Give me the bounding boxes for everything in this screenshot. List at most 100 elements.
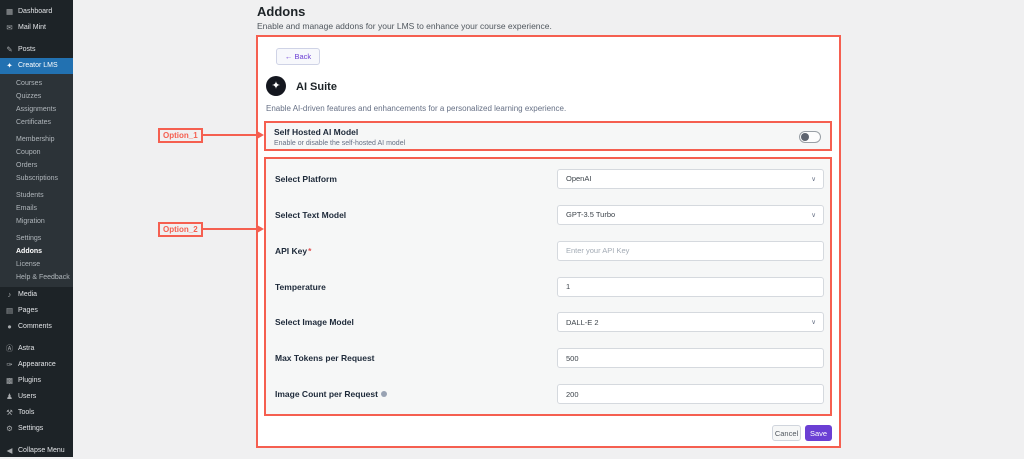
info-icon [381, 391, 387, 397]
chevron-down-icon: ∨ [811, 175, 816, 183]
sidebar-item-certificates[interactable]: Certificates [0, 116, 73, 129]
sidebar-item-label: Dashboard [18, 8, 52, 16]
admin-sidebar: ▦Dashboard✉Mail Mint✎Posts✦Creator LMSCo… [0, 0, 73, 457]
annotation-arrow-1-line [201, 134, 258, 136]
sidebar-item-migration[interactable]: Migration [0, 215, 73, 228]
field-row-select-platform: Select Platform OpenAI ∨ [266, 161, 830, 197]
self-hosted-toggle[interactable] [799, 131, 821, 143]
save-button[interactable]: Save [805, 425, 832, 441]
selected-value: OpenAI [566, 174, 591, 183]
input-value: 500 [566, 354, 579, 363]
chevron-down-icon: ∨ [811, 318, 816, 326]
sidebar-item-label: Tools [18, 409, 34, 417]
sidebar-item-posts[interactable]: ✎Posts [0, 42, 73, 58]
api-key-input[interactable]: Enter your API Key [557, 241, 824, 261]
sidebar-item-label: Settings [18, 425, 43, 433]
addon-name: AI Suite [296, 81, 337, 93]
sidebar-item-membership[interactable]: Membership [0, 133, 73, 146]
sidebar-item-settings[interactable]: ⚙ Settings [0, 421, 73, 437]
field-row-max-tokens-per-request: Max Tokens per Request 500 [266, 340, 830, 376]
chevron-down-icon: ∨ [811, 211, 816, 219]
sidebar-item-courses[interactable]: Courses [0, 77, 73, 90]
creator-lms-icon: ✦ [5, 62, 14, 70]
field-row-select-image-model: Select Image Model DALL-E 2 ∨ [266, 304, 830, 340]
sidebar-item-astra[interactable]: Ⓐ Astra [0, 341, 73, 357]
sidebar-item-tools[interactable]: ⚒ Tools [0, 405, 73, 421]
input-value: 200 [566, 390, 579, 399]
sidebar-item-plugins[interactable]: ▩Plugins [0, 373, 73, 389]
sidebar-item-addons[interactable]: Addons [0, 245, 73, 258]
select-text-model-select[interactable]: GPT-3.5 Turbo ∨ [557, 205, 824, 225]
selected-value: DALL-E 2 [566, 318, 599, 327]
tools-icon: ⚒ [5, 409, 14, 417]
field-label: Select Platform [275, 174, 337, 184]
sidebar-item-users[interactable]: ♟ Users [0, 389, 73, 405]
sidebar-item-label: Appearance [18, 361, 56, 369]
select-image-model-select[interactable]: DALL-E 2 ∨ [557, 312, 824, 332]
sidebar-item-subscriptions[interactable]: Subscriptions [0, 172, 73, 185]
toggle-knob [801, 133, 809, 141]
selected-value: GPT-3.5 Turbo [566, 210, 615, 219]
back-button[interactable]: ← Back [276, 48, 320, 65]
annotation-arrow-2-head [257, 225, 264, 233]
temperature-input[interactable]: 1 [557, 277, 824, 297]
astra-icon: Ⓐ [5, 345, 14, 353]
sidebar-item-label: Users [18, 393, 36, 401]
comments-icon: ● [5, 323, 14, 331]
sidebar-item-pages[interactable]: ▤ Pages [0, 303, 73, 319]
sidebar-item-mail-mint[interactable]: ✉ Mail Mint [0, 20, 73, 36]
sidebar-item-dashboard[interactable]: ▦ Dashboard [0, 4, 73, 20]
addon-description: Enable AI-driven features and enhancemen… [266, 104, 566, 113]
sidebar-item-orders[interactable]: Orders [0, 159, 73, 172]
field-label: Select Image Model [275, 317, 354, 327]
sidebar-item-coupon[interactable]: Coupon [0, 146, 73, 159]
max-tokens-per-request-input[interactable]: 500 [557, 348, 824, 368]
field-row-select-text-model: Select Text ModelGPT-3.5 Turbo∨ [266, 197, 830, 233]
sidebar-item-label: Mail Mint [18, 24, 46, 32]
field-row-api-key: API Key* Enter your API Key [266, 233, 830, 269]
sidebar-item-media[interactable]: ♪Media [0, 287, 73, 303]
sidebar-item-creator-lms[interactable]: ✦Creator LMS [0, 58, 73, 74]
input-value: Enter your API Key [566, 246, 629, 255]
sidebar-item-settings[interactable]: Settings [0, 232, 73, 245]
page-title: Addons [257, 4, 305, 19]
users-icon: ♟ [5, 393, 14, 401]
sidebar-item-comments[interactable]: ● Comments [0, 319, 73, 335]
field-label: API Key* [275, 246, 311, 256]
sidebar-item-quizzes[interactable]: Quizzes [0, 90, 73, 103]
dashboard-icon: ▦ [5, 8, 14, 16]
field-label: Max Tokens per Request [275, 353, 375, 363]
collapse-menu-icon: ◀ [5, 447, 14, 455]
cancel-button[interactable]: Cancel [772, 425, 801, 441]
sidebar-item-label: Comments [18, 323, 52, 331]
sidebar-item-students[interactable]: Students [0, 189, 73, 202]
annotation-option-1: Option_1 [158, 128, 203, 143]
sidebar-item-label: Astra [18, 345, 34, 353]
sidebar-item-help-feedback[interactable]: Help & Feedback [0, 271, 73, 284]
sidebar-item-emails[interactable]: Emails [0, 202, 73, 215]
main-content: Addons Enable and manage addons for your… [73, 0, 1024, 457]
sidebar-item-assignments[interactable]: Assignments [0, 103, 73, 116]
appearance-icon: ✑ [5, 361, 14, 369]
mail-mint-icon: ✉ [5, 24, 14, 32]
input-value: 1 [566, 282, 570, 291]
select-platform-select[interactable]: OpenAI ∨ [557, 169, 824, 189]
pages-icon: ▤ [5, 307, 14, 315]
image-count-per-request-input[interactable]: 200 [557, 384, 824, 404]
field-row-image-count-per-request: Image Count per Request 200 [266, 376, 830, 412]
posts-icon: ✎ [5, 46, 14, 54]
sidebar-item-appearance[interactable]: ✑ Appearance [0, 357, 73, 373]
self-hosted-section: Self Hosted AI Model Enable or disable t… [264, 121, 832, 151]
settings-icon: ⚙ [5, 425, 14, 433]
field-label: Image Count per Request [275, 389, 387, 399]
sidebar-item-label: Collapse Menu [18, 447, 65, 455]
plugins-icon: ▩ [5, 377, 14, 385]
field-label: Temperature [275, 282, 326, 292]
required-asterisk: * [308, 246, 311, 256]
annotation-option-2: Option_2 [158, 222, 203, 237]
creator-lms-submenu: CoursesQuizzesAssignmentsCertificates Mem… [0, 74, 73, 287]
media-icon: ♪ [5, 291, 14, 299]
ai-suite-icon: ✦ [266, 76, 286, 96]
sidebar-item-license[interactable]: License [0, 258, 73, 271]
sidebar-item-label: Pages [18, 307, 38, 315]
